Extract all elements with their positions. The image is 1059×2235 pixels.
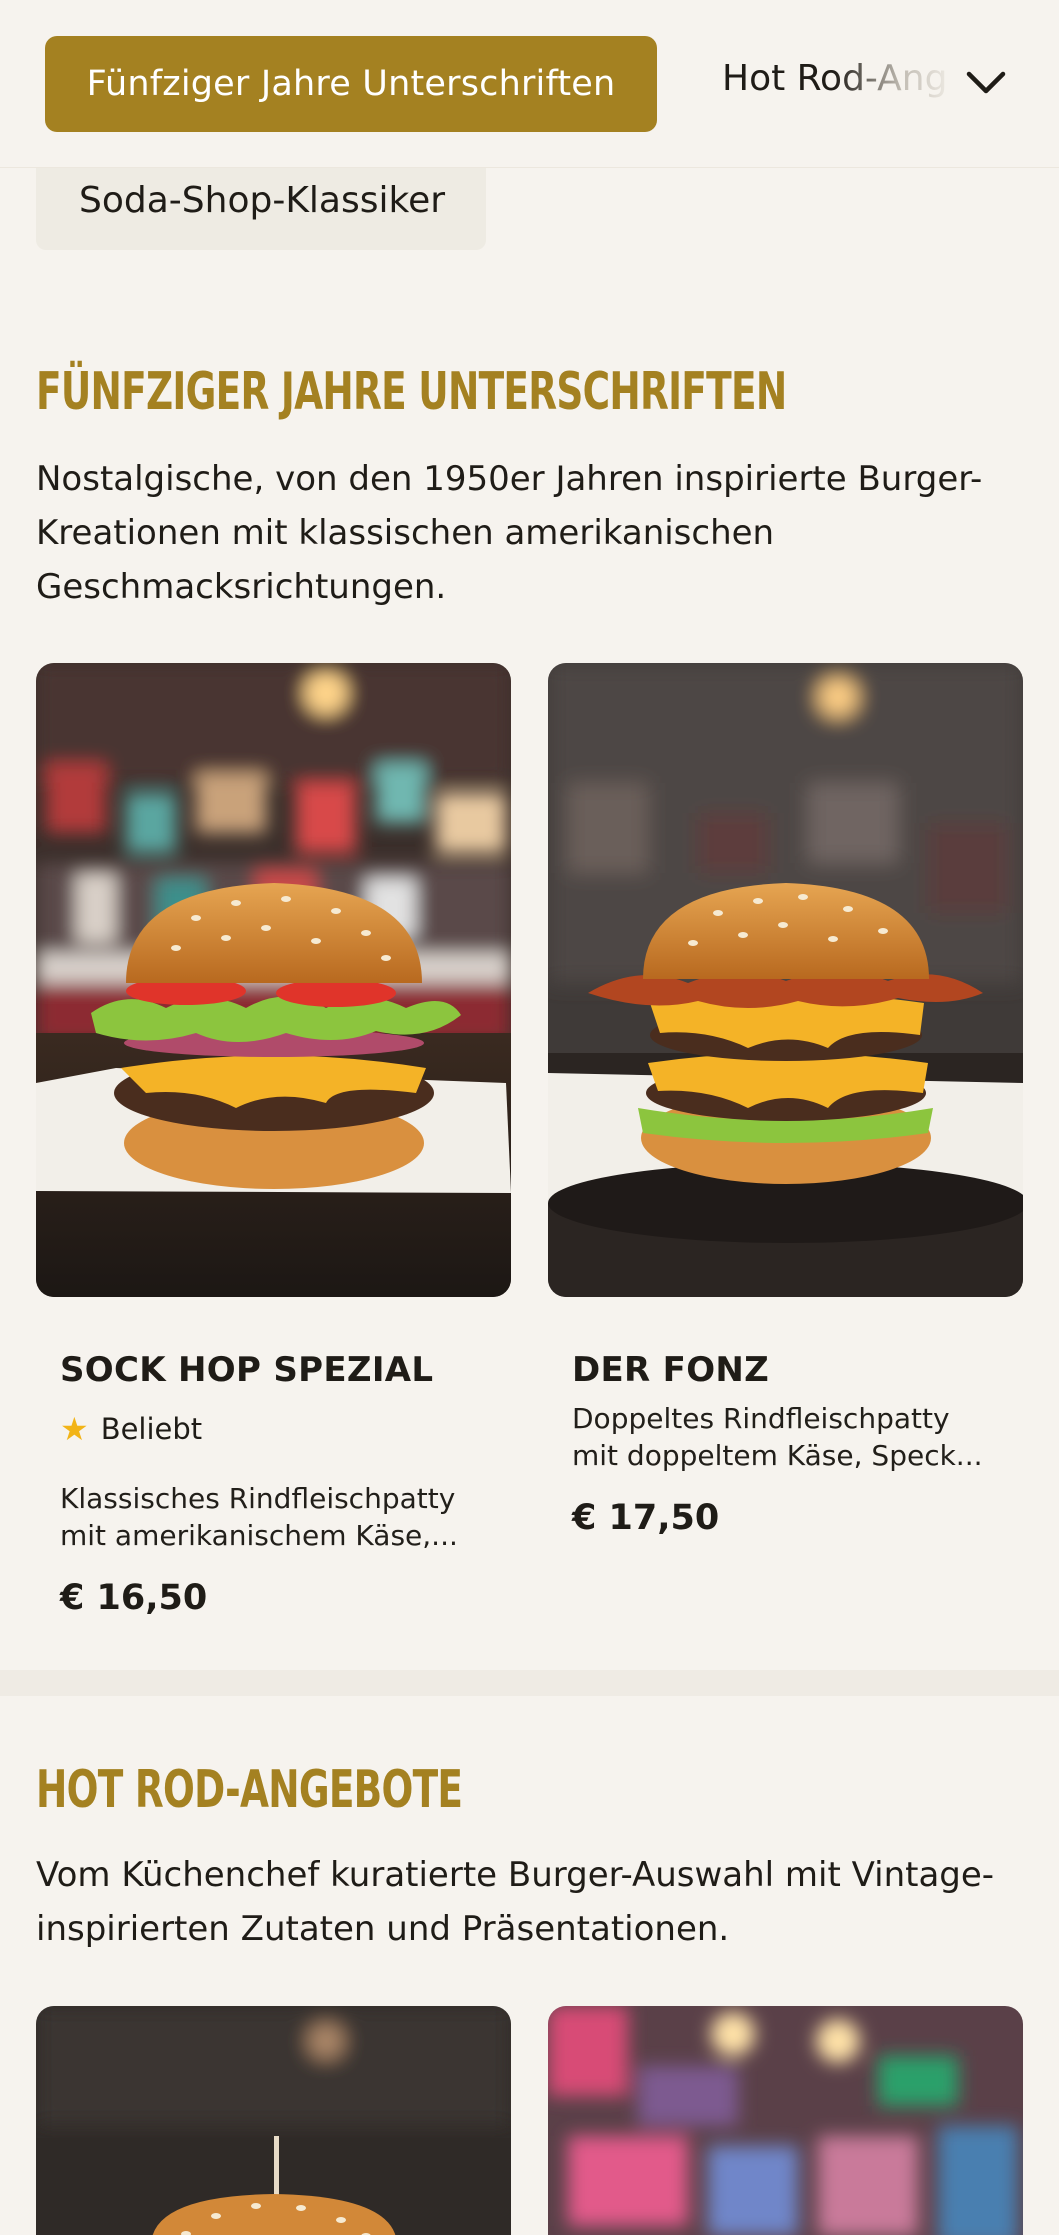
section-description: Vom Küchenchef kuratierte Burger-Auswahl… [36,1855,995,1949]
menu-item-name: SOCK HOP SPEZIAL [60,1350,434,1390]
star-icon: ★ [60,1410,89,1448]
popular-badge: ★ Beliebt [60,1410,202,1448]
category-nav: Fünfziger Jahre Unterschriften Hot Rod-A… [0,0,1059,168]
category-tab-active[interactable]: Fünfziger Jahre Unterschriften [45,36,657,132]
menu-item-image[interactable] [36,2006,511,2235]
chevron-down-icon[interactable] [963,60,1009,106]
menu-item-name: DER FONZ [572,1350,770,1390]
menu-item-price: € 17,50 [572,1498,720,1538]
menu-item-price: € 16,50 [60,1578,208,1618]
menu-item-image[interactable] [548,663,1023,1297]
menu-item-image[interactable] [36,663,511,1297]
section-title: FÜNFZIGER JAHRE UNTERSCHRIFTEN [36,362,787,422]
badge-label: Beliebt [100,1412,203,1446]
menu-item-description: Klassisches Rindfleischpatty mit amerika… [60,1482,458,1552]
section-divider [0,1670,1059,1696]
section-description: Nostalgische, von den 1950er Jahren insp… [36,459,983,607]
section-title: HOT ROD-ANGEBOTE [36,1760,463,1820]
category-tab-next[interactable]: Hot Rod-Ang [722,58,952,99]
menu-item-image[interactable] [548,2006,1023,2235]
menu-item-description: Doppeltes Rindfleischpatty mit doppeltem… [572,1402,983,1472]
